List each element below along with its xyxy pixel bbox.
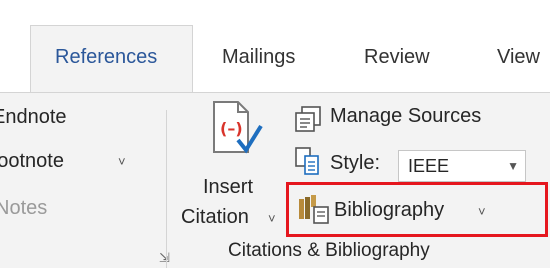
bibliography-chevron-down-icon[interactable]: ˅ [478, 204, 486, 219]
bibliography-icon[interactable] [297, 193, 331, 225]
tab-references-label: References [55, 46, 158, 68]
ribbon-tab-bar: References Mailings Review View [0, 0, 550, 94]
tab-view[interactable]: View [497, 46, 540, 69]
tab-review[interactable]: Review [364, 46, 430, 69]
tab-references[interactable]: References [30, 25, 193, 94]
insert-endnote-button[interactable]: Endnote [0, 106, 67, 129]
svg-text:(–): (–) [220, 119, 243, 138]
next-footnote-button[interactable]: Footnote [0, 150, 64, 173]
style-label: Style: [330, 152, 381, 174]
insert-citation-chevron-down-icon[interactable]: ˅ [268, 211, 276, 226]
show-notes-button[interactable]: Notes [0, 197, 47, 220]
insert-citation-label-line2[interactable]: Citation [181, 206, 249, 229]
citation-style-value: IEEE [408, 156, 450, 176]
insert-citation-label-line1[interactable]: Insert [203, 176, 253, 199]
style-icon [295, 147, 319, 175]
manage-sources-button[interactable]: Manage Sources [330, 105, 481, 128]
citation-style-dropdown[interactable]: IEEE ▼ [398, 150, 526, 182]
citations-bibliography-group-label: Citations & Bibliography [228, 240, 430, 261]
bibliography-button[interactable]: Bibliography [334, 199, 444, 222]
insert-citation-icon[interactable]: (–) [206, 98, 264, 164]
group-separator [166, 110, 167, 268]
style-dropdown-chevron-icon[interactable]: ▼ [507, 159, 519, 173]
footnote-chevron-down-icon[interactable]: ˅ [118, 154, 126, 169]
manage-sources-icon[interactable] [293, 105, 323, 133]
dialog-launcher-icon[interactable]: ⇲ [159, 250, 170, 266]
tab-mailings[interactable]: Mailings [222, 46, 295, 69]
